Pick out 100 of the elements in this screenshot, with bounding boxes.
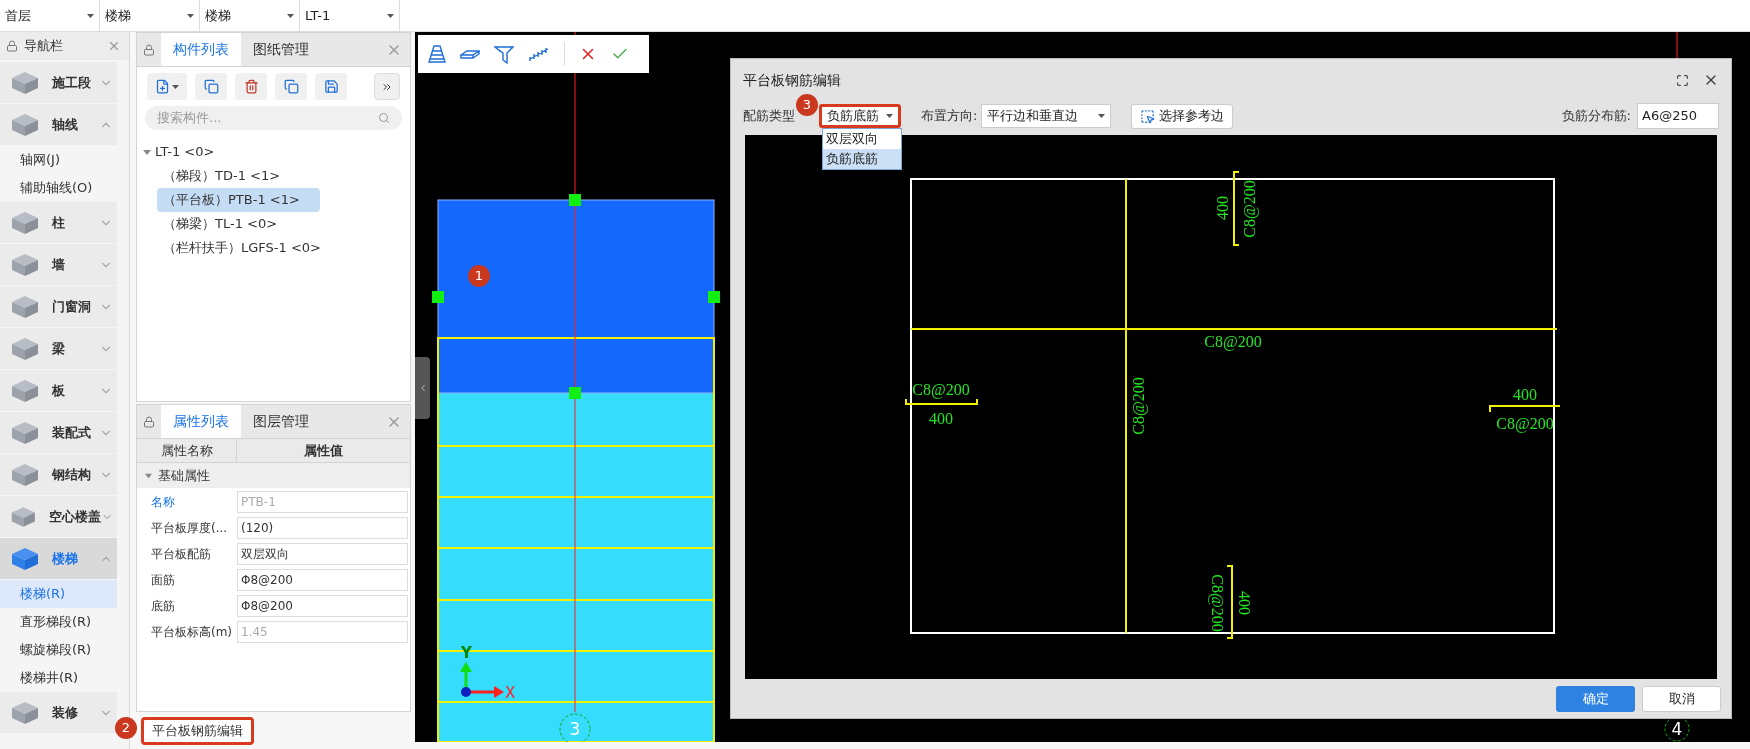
block-icon	[10, 545, 40, 572]
search-field[interactable]: 搜索构件...	[145, 106, 402, 130]
dialog-title: 平台板钢筋编辑	[743, 70, 841, 90]
field-label: 配筋类型	[743, 107, 795, 126]
nav-group-label: 柱	[52, 213, 65, 232]
dropdown-option[interactable]: 双层双向	[823, 129, 901, 149]
nav-group-label: 门窗洞	[52, 297, 91, 316]
marker-badge: 2	[115, 717, 137, 739]
caret-icon	[287, 13, 294, 18]
expand-triangle-icon[interactable]	[143, 148, 151, 156]
caret-icon	[1098, 114, 1106, 118]
panel-tab[interactable]: 图纸管理	[241, 33, 321, 66]
grip-handle[interactable]	[432, 291, 444, 303]
nav-group[interactable]: 门窗洞	[0, 286, 117, 327]
nav-group[interactable]: 空心楼盖	[0, 496, 117, 537]
property-name: 平台板标高(m)	[150, 623, 234, 641]
rebar-label: 400	[1513, 385, 1537, 403]
caret-icon	[387, 13, 394, 18]
pick-edge-button[interactable]: 选择参考边	[1131, 103, 1234, 129]
floor-selector[interactable]: LT-1	[300, 0, 400, 31]
toolbar-button[interactable]	[315, 73, 347, 100]
nav-group[interactable]: 轴线	[0, 104, 117, 145]
search-input[interactable]: 搜索构件...	[157, 108, 378, 128]
slab-icon[interactable]	[460, 47, 480, 61]
panel-tab[interactable]: 属性列表	[161, 405, 241, 438]
direction-dropdown[interactable]: 平行边和垂直边	[981, 104, 1112, 128]
column-header: 属性值	[303, 441, 344, 460]
more-button[interactable]	[374, 73, 400, 100]
panel-tab[interactable]: 图层管理	[241, 405, 321, 438]
nav-group-label: 梁	[52, 339, 65, 358]
nav-group[interactable]: 柱	[0, 202, 117, 243]
lock-icon[interactable]	[143, 43, 155, 56]
nav-item[interactable]: 螺旋梯段(R)	[0, 636, 117, 664]
distribution-field[interactable]: A6@250	[1637, 103, 1719, 129]
cancel-button[interactable]: 取消	[1642, 685, 1721, 712]
property-name: 平台板配筋	[150, 545, 212, 563]
panel-title: 导航栏	[24, 37, 63, 56]
toolbar-button[interactable]	[147, 73, 187, 100]
railing-icon[interactable]	[528, 46, 550, 62]
nav-group-label: 装配式	[52, 423, 91, 442]
block-icon	[10, 335, 40, 362]
tree-item[interactable]: （栏杆扶手）LGFS-1 <0>	[157, 236, 327, 260]
tree-item[interactable]: LT-1 <0>	[155, 142, 215, 162]
rebar-label: 400	[1235, 591, 1253, 615]
confirm-button[interactable]: 确定	[1556, 685, 1635, 712]
nav-group-label: 钢结构	[52, 465, 91, 484]
lock-icon[interactable]	[6, 40, 18, 52]
nav-group[interactable]: 墙	[0, 244, 117, 285]
grid-axis-label: 4	[1671, 719, 1683, 739]
nav-item[interactable]: 轴网(J)	[0, 146, 117, 174]
field-label: 负筋分布筋:	[1561, 107, 1631, 126]
lock-icon[interactable]	[143, 415, 155, 428]
copy-icon	[283, 79, 299, 94]
nav-group[interactable]: 钢结构	[0, 454, 117, 495]
toolbar-button[interactable]	[195, 73, 227, 100]
collapse-handle[interactable]	[415, 357, 430, 419]
nav-group-label: 板	[52, 381, 65, 400]
nav-group[interactable]: 装修	[0, 692, 117, 733]
nav-item[interactable]: 直形梯段(R)	[0, 608, 117, 636]
nav-item[interactable]: 辅助轴线(O)	[0, 174, 117, 202]
tree-item[interactable]: （梯梁）TL-1 <0>	[157, 212, 284, 236]
rebar-bracket	[1489, 405, 1561, 413]
block-icon	[10, 293, 40, 320]
nav-group-label: 墙	[52, 255, 65, 274]
nav-group[interactable]: 板	[0, 370, 117, 411]
panel-tab[interactable]: 构件列表	[161, 33, 241, 66]
rebar-label: 400	[929, 409, 953, 427]
grip-handle[interactable]	[569, 387, 581, 399]
rebar-edit-button[interactable]: 平台板钢筋编辑	[141, 717, 254, 745]
property-value-field[interactable]: 双层双向	[237, 542, 408, 565]
tree-item[interactable]: （梯段）TD-1 <1>	[157, 164, 287, 188]
nav-group-label: 楼梯	[52, 549, 78, 568]
type-dropdown[interactable]: 负筋底筋	[819, 104, 901, 128]
property-name: 底筋	[150, 597, 176, 615]
toolbar-button[interactable]	[275, 73, 307, 100]
nav-group[interactable]: 施工段	[0, 62, 117, 103]
group-label: 基础属性	[158, 466, 210, 485]
stair-icon[interactable]	[428, 45, 446, 63]
grip-handle[interactable]	[708, 291, 720, 303]
rebar-label: C8@200	[1240, 180, 1258, 238]
nav-item[interactable]: 楼梯(R)	[0, 580, 117, 608]
block-icon	[10, 419, 40, 446]
floor-selector[interactable]: 首层	[0, 0, 100, 31]
nav-item[interactable]: 楼梯井(R)	[0, 664, 117, 692]
property-value-field[interactable]: Φ8@200	[237, 568, 408, 591]
nav-group[interactable]: 装配式	[0, 412, 117, 453]
tree-item[interactable]: （平台板）PTB-1 <1>	[157, 188, 320, 212]
property-name: 平台板厚度(...	[150, 519, 229, 537]
floor-selector[interactable]: 楼梯	[100, 0, 200, 31]
floor-selector[interactable]: 楼梯	[200, 0, 300, 31]
caret-icon	[187, 13, 194, 18]
expand-triangle-icon[interactable]	[145, 472, 152, 479]
toolbar-button[interactable]	[235, 73, 267, 100]
property-value-field[interactable]: Φ8@200	[237, 594, 408, 617]
maximize-icon[interactable]	[1676, 73, 1689, 87]
nav-group[interactable]: 梁	[0, 328, 117, 369]
grip-handle[interactable]	[569, 194, 581, 206]
property-value-field[interactable]: (120)	[237, 516, 408, 539]
save-icon	[323, 79, 339, 94]
dropdown-option[interactable]: 负筋底筋	[823, 149, 901, 169]
